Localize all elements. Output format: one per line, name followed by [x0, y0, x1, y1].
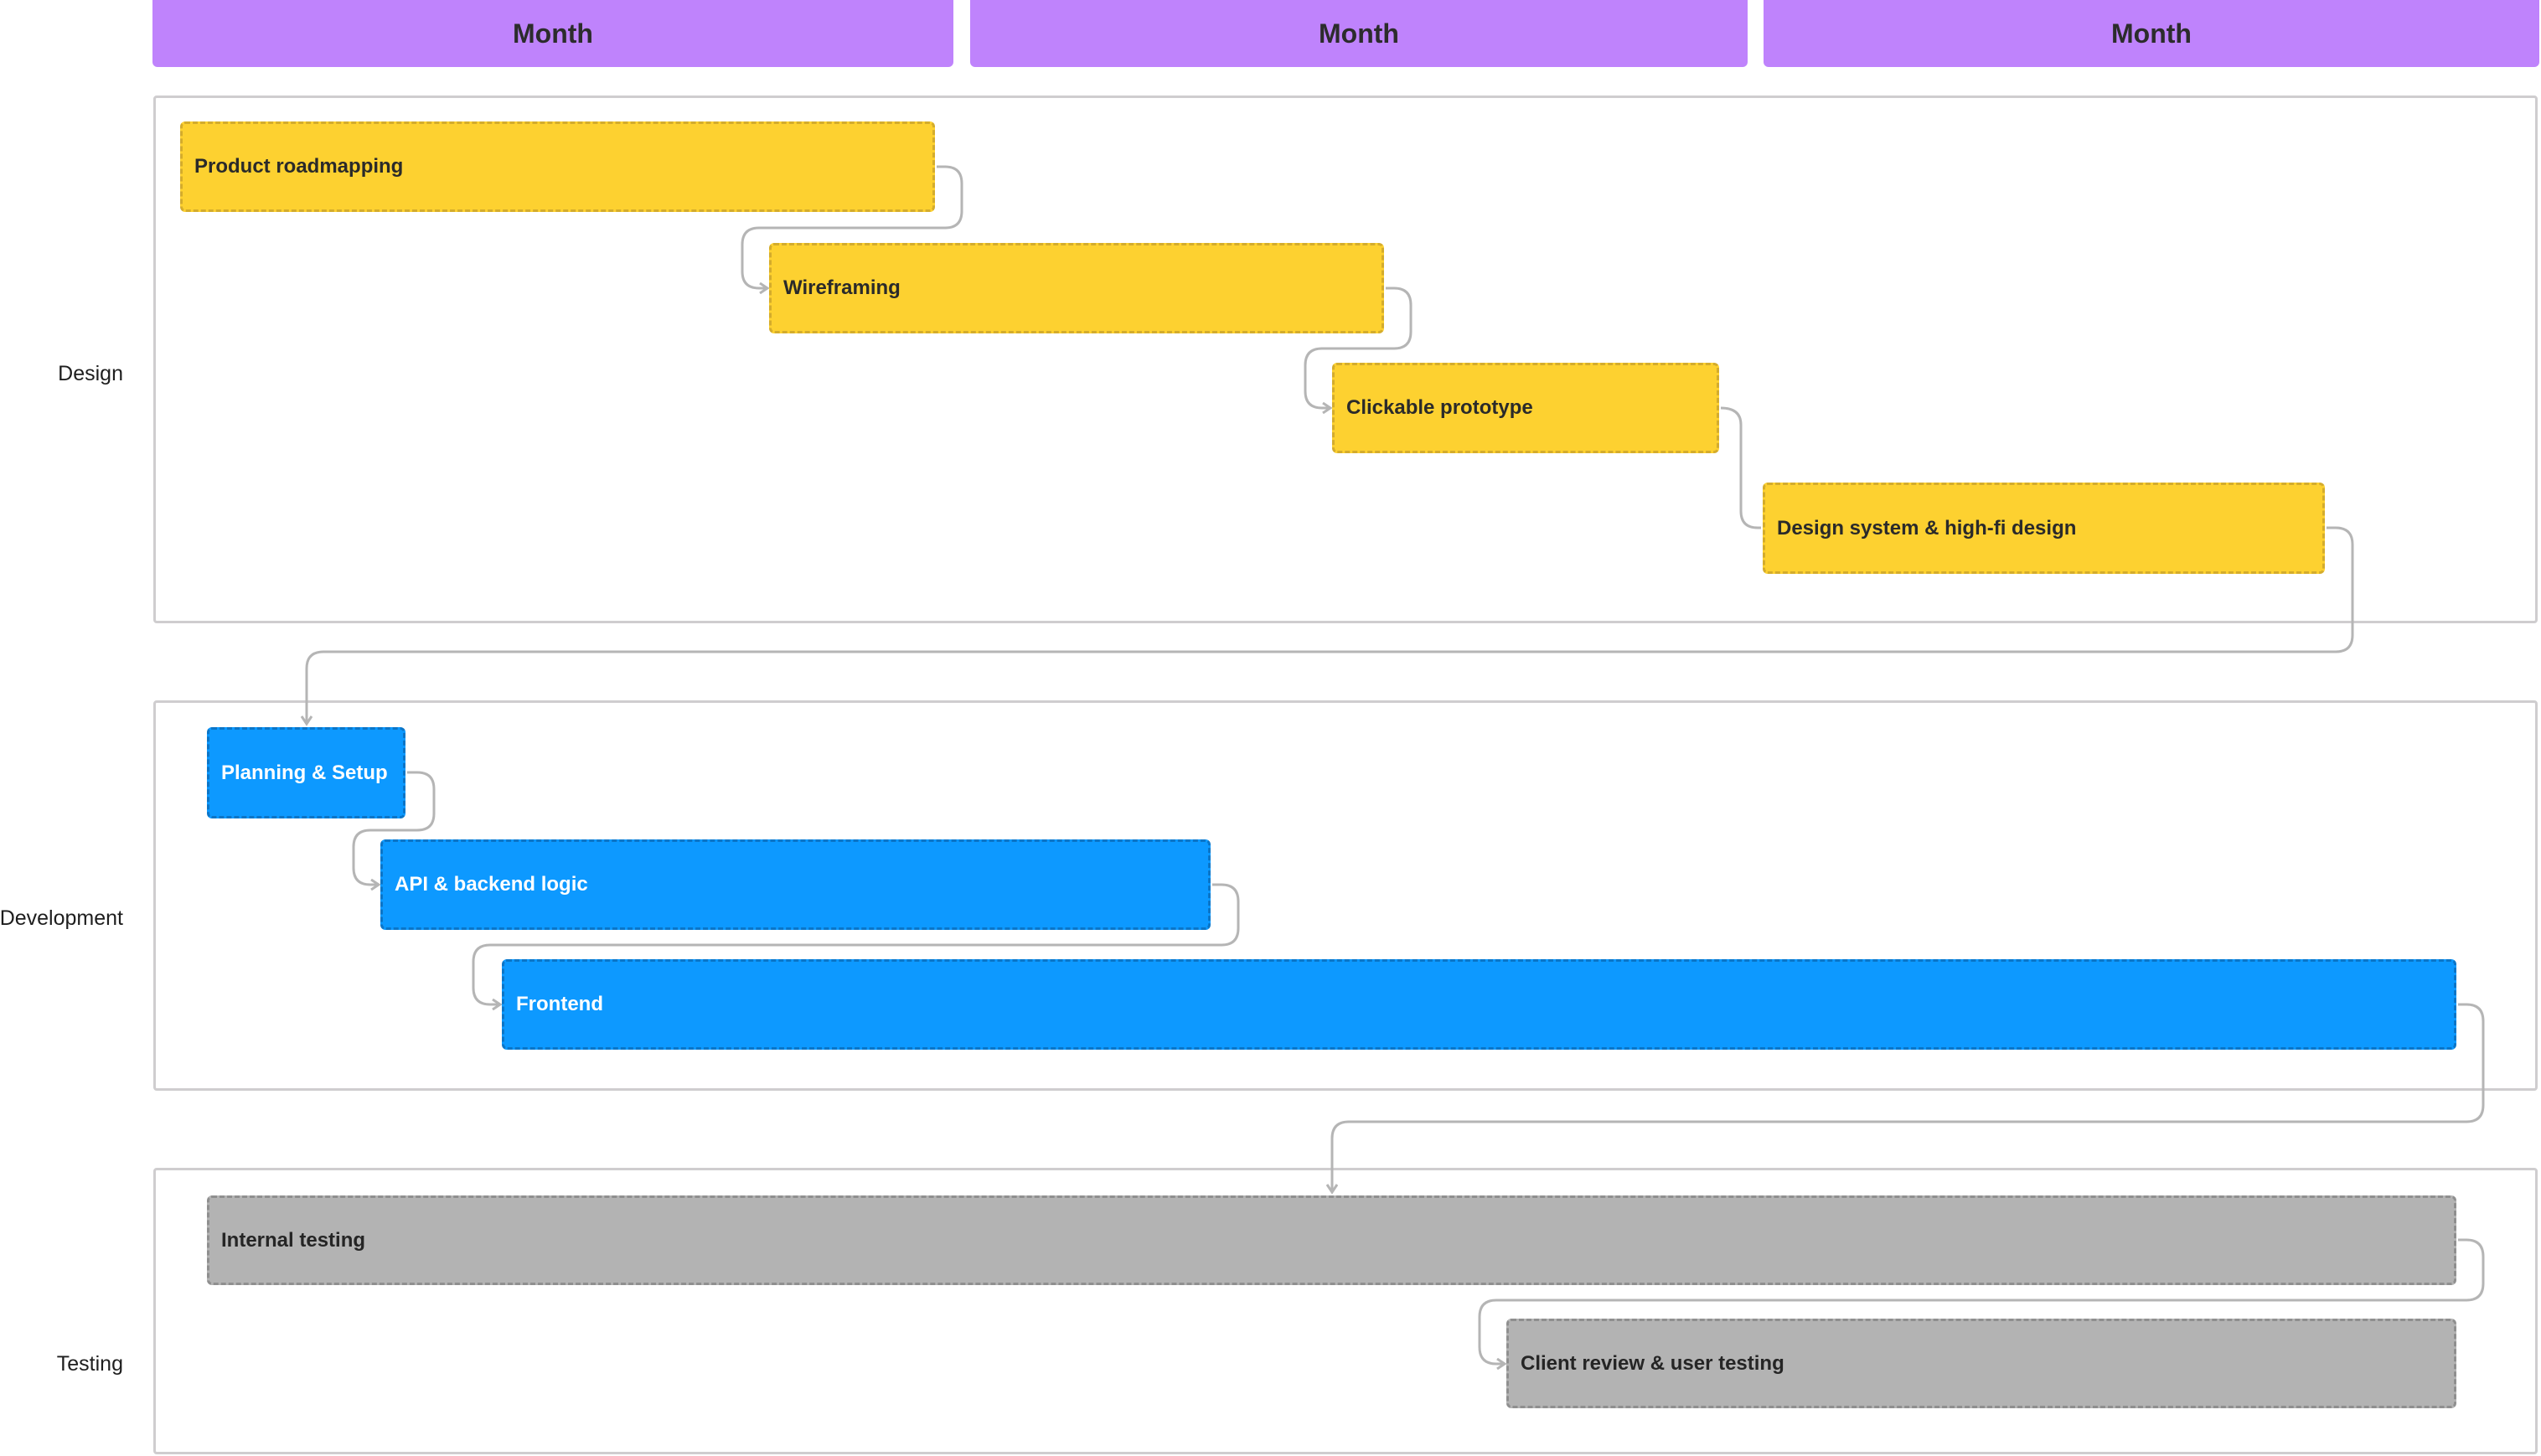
lane-label-design: Design	[58, 362, 123, 385]
month-header-3: Month	[1764, 0, 2539, 67]
lane-label-testing: Testing	[56, 1352, 123, 1376]
month-label: Month	[1319, 18, 1399, 49]
month-label: Month	[2111, 18, 2192, 49]
task-frontend[interactable]: Frontend	[502, 959, 2456, 1050]
task-label: Internal testing	[221, 1228, 366, 1252]
task-label: Clickable prototype	[1346, 396, 1533, 419]
task-label: Client review & user testing	[1521, 1351, 1784, 1375]
task-design-system[interactable]: Design system & high-fi design	[1763, 483, 2325, 574]
task-internal-testing[interactable]: Internal testing	[207, 1195, 2456, 1285]
month-header-1: Month	[152, 0, 953, 67]
task-label: Planning & Setup	[221, 761, 388, 784]
lane-label-development: Development	[0, 906, 123, 930]
month-header-2: Month	[970, 0, 1748, 67]
task-label: Wireframing	[783, 276, 901, 299]
task-planning-setup[interactable]: Planning & Setup	[207, 727, 405, 818]
task-client-review[interactable]: Client review & user testing	[1506, 1319, 2456, 1408]
task-label: API & backend logic	[395, 873, 588, 896]
month-label: Month	[513, 18, 593, 49]
task-label: Frontend	[516, 993, 603, 1015]
task-wireframing[interactable]: Wireframing	[769, 243, 1384, 333]
task-label: Product roadmapping	[194, 155, 404, 178]
task-label: Design system & high-fi design	[1777, 516, 2077, 540]
task-product-roadmapping[interactable]: Product roadmapping	[180, 121, 935, 212]
task-clickable-prototype[interactable]: Clickable prototype	[1332, 363, 1719, 453]
task-api-backend[interactable]: API & backend logic	[380, 839, 1211, 930]
